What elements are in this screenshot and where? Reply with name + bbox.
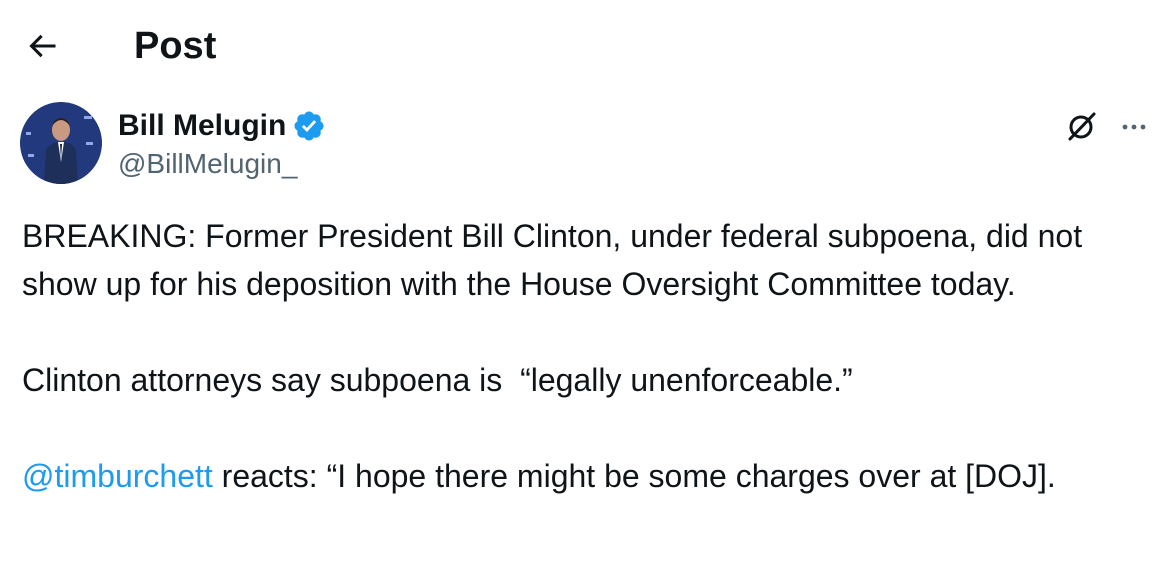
author-handle[interactable]: @BillMelugin_ (118, 146, 297, 182)
author-name-row: Bill Melugin (118, 106, 326, 146)
more-options-button[interactable] (1114, 106, 1154, 146)
grok-icon (1068, 112, 1096, 141)
post-header: Post (0, 0, 1174, 92)
arrow-left-icon (29, 34, 56, 58)
back-button[interactable] (20, 24, 64, 68)
author-name[interactable]: Bill Melugin (118, 108, 286, 144)
post-paragraph-1: BREAKING: Former President Bill Clinton,… (22, 218, 1083, 302)
mention-link[interactable]: @timburchett (22, 458, 213, 494)
page-title: Post (134, 25, 217, 67)
avatar-photo (20, 102, 102, 184)
grok-button[interactable] (1062, 106, 1102, 146)
avatar[interactable] (20, 102, 102, 184)
post-text: BREAKING: Former President Bill Clinton,… (22, 212, 1152, 500)
post-paragraph-3-text: reacts: “I hope there might be some char… (212, 458, 1056, 494)
post-paragraph-3: @timburchett reacts: “I hope there might… (22, 452, 1152, 500)
verified-badge-icon (294, 111, 324, 141)
more-options-icon (1122, 124, 1146, 130)
post-paragraph-2: Clinton attorneys say subpoena is “legal… (22, 362, 853, 398)
